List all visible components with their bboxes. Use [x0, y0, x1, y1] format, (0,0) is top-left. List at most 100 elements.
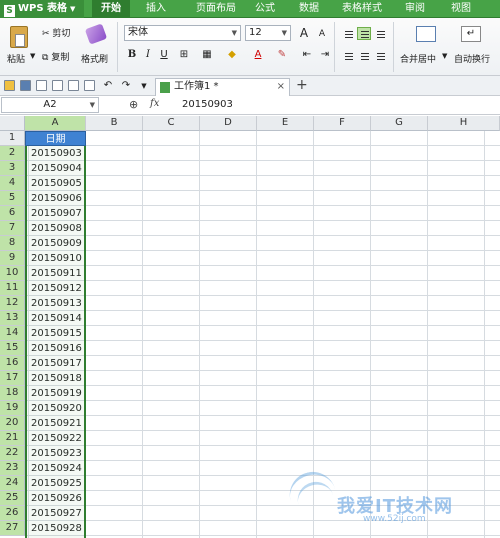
table-cell[interactable]: 20150920	[25, 401, 86, 416]
header-cell-date[interactable]: 日期	[25, 131, 86, 146]
close-icon[interactable]: ×	[277, 79, 285, 95]
borders-icon[interactable]: ⊞	[177, 48, 191, 62]
align-center-button[interactable]	[357, 49, 371, 62]
customize-dropdown-icon[interactable]: ▼	[137, 79, 151, 93]
font-color-button[interactable]: A	[251, 48, 265, 62]
table-cell[interactable]: 20150924	[25, 461, 86, 476]
copy-button[interactable]: ⧉ 复制	[42, 50, 69, 63]
table-cell[interactable]: 20150904	[25, 161, 86, 176]
new-tab-button[interactable]: +	[296, 77, 308, 93]
format-painter-button[interactable]: 格式刷	[81, 52, 108, 65]
print-preview-icon[interactable]	[68, 80, 79, 91]
font-name-select[interactable]: 宋体 ▼	[124, 25, 241, 41]
fill-color-icon[interactable]: ◆	[225, 48, 239, 62]
table-cell[interactable]: 20150905	[25, 176, 86, 191]
decrease-indent-icon[interactable]: ⇤	[300, 48, 314, 62]
row-header[interactable]: 15	[0, 341, 25, 356]
align-right-button[interactable]	[373, 49, 387, 62]
row-header[interactable]: 5	[0, 191, 25, 206]
tab-insert[interactable]: 插入	[138, 0, 174, 18]
fill-pattern-icon[interactable]: ▦	[200, 48, 214, 62]
column-header-e[interactable]: E	[257, 116, 314, 131]
redo-icon[interactable]: ↷	[119, 79, 133, 93]
app-menu-button[interactable]: S WPS 表格 ▼	[0, 0, 84, 18]
row-header[interactable]: 1	[0, 131, 25, 146]
row-header[interactable]: 4	[0, 176, 25, 191]
row-header[interactable]: 10	[0, 266, 25, 281]
merge-dropdown-icon[interactable]: ▼	[442, 52, 447, 60]
open-icon[interactable]	[4, 80, 15, 91]
align-left-button[interactable]	[341, 49, 355, 62]
table-cell[interactable]: 20150916	[25, 341, 86, 356]
table-cell[interactable]: 20150913	[25, 296, 86, 311]
grow-font-button[interactable]: A	[297, 26, 311, 40]
merge-center-icon[interactable]	[416, 26, 436, 42]
row-header[interactable]: 18	[0, 386, 25, 401]
document-tab[interactable]: 工作簿1 * ×	[155, 78, 290, 96]
align-top-button[interactable]	[341, 27, 355, 40]
table-cell[interactable]: 20150906	[25, 191, 86, 206]
row-header[interactable]: 25	[0, 491, 25, 506]
table-cell[interactable]: 20150908	[25, 221, 86, 236]
column-header-b[interactable]: B	[86, 116, 143, 131]
merge-center-button[interactable]: 合并居中	[400, 52, 436, 65]
table-cell[interactable]: 20150912	[25, 281, 86, 296]
wrap-text-icon[interactable]: ↵	[461, 26, 481, 42]
table-cell[interactable]: 20150915	[25, 326, 86, 341]
shrink-font-button[interactable]: A	[315, 27, 329, 41]
column-header-a[interactable]: A	[25, 116, 86, 131]
row-header[interactable]: 16	[0, 356, 25, 371]
row-header[interactable]: 24	[0, 476, 25, 491]
table-cell[interactable]: 20150919	[25, 386, 86, 401]
clear-format-icon[interactable]: ✎	[275, 48, 289, 62]
row-header[interactable]: 8	[0, 236, 25, 251]
table-cell[interactable]: 20150903	[25, 146, 86, 161]
tab-formulas[interactable]: 公式	[250, 0, 280, 18]
row-header[interactable]: 3	[0, 161, 25, 176]
table-cell[interactable]: 20150921	[25, 416, 86, 431]
row-header[interactable]: 14	[0, 326, 25, 341]
tab-view[interactable]: 视图	[446, 0, 476, 18]
align-middle-button[interactable]	[357, 27, 371, 40]
table-cell[interactable]: 20150917	[25, 356, 86, 371]
tab-data[interactable]: 数据	[294, 0, 324, 18]
save-icon[interactable]	[20, 80, 31, 91]
tab-page-layout[interactable]: 页面布局	[186, 0, 246, 18]
row-header[interactable]: 21	[0, 431, 25, 446]
name-box[interactable]: A2 ▼	[1, 97, 99, 113]
table-cell[interactable]: 20150910	[25, 251, 86, 266]
increase-indent-icon[interactable]: ⇥	[318, 48, 332, 62]
cut-button[interactable]: ✂ 剪切	[42, 26, 70, 39]
column-header-f[interactable]: F	[314, 116, 371, 131]
column-header-h[interactable]: H	[428, 116, 500, 131]
table-cell[interactable]: 20150926	[25, 491, 86, 506]
underline-button[interactable]: U	[157, 48, 171, 62]
tab-home[interactable]: 开始	[92, 0, 130, 18]
table-cell[interactable]: 20150907	[25, 206, 86, 221]
table-cell[interactable]: 20150927	[25, 506, 86, 521]
bold-button[interactable]: B	[125, 48, 139, 62]
column-header-g[interactable]: G	[371, 116, 428, 131]
row-header[interactable]: 19	[0, 401, 25, 416]
print-icon[interactable]	[52, 80, 63, 91]
column-header-c[interactable]: C	[143, 116, 200, 131]
format-painter-icon[interactable]	[84, 23, 108, 45]
row-header[interactable]: 9	[0, 251, 25, 266]
row-header[interactable]: 17	[0, 371, 25, 386]
align-bottom-button[interactable]	[373, 27, 387, 40]
table-cell[interactable]: 20150922	[25, 431, 86, 446]
table-cell[interactable]: 20150923	[25, 446, 86, 461]
column-header-d[interactable]: D	[200, 116, 257, 131]
row-header[interactable]: 23	[0, 461, 25, 476]
table-cell[interactable]: 20150909	[25, 236, 86, 251]
table-cell[interactable]: 20150925	[25, 476, 86, 491]
row-header[interactable]: 13	[0, 311, 25, 326]
wrap-text-button[interactable]: 自动换行	[454, 52, 490, 65]
paste-button[interactable]: 粘贴	[7, 52, 25, 65]
font-size-select[interactable]: 12 ▼	[245, 25, 291, 41]
row-header[interactable]: 12	[0, 296, 25, 311]
row-header[interactable]: 26	[0, 506, 25, 521]
row-header[interactable]: 11	[0, 281, 25, 296]
row-header[interactable]: 27	[0, 521, 25, 536]
tab-review[interactable]: 审阅	[400, 0, 430, 18]
